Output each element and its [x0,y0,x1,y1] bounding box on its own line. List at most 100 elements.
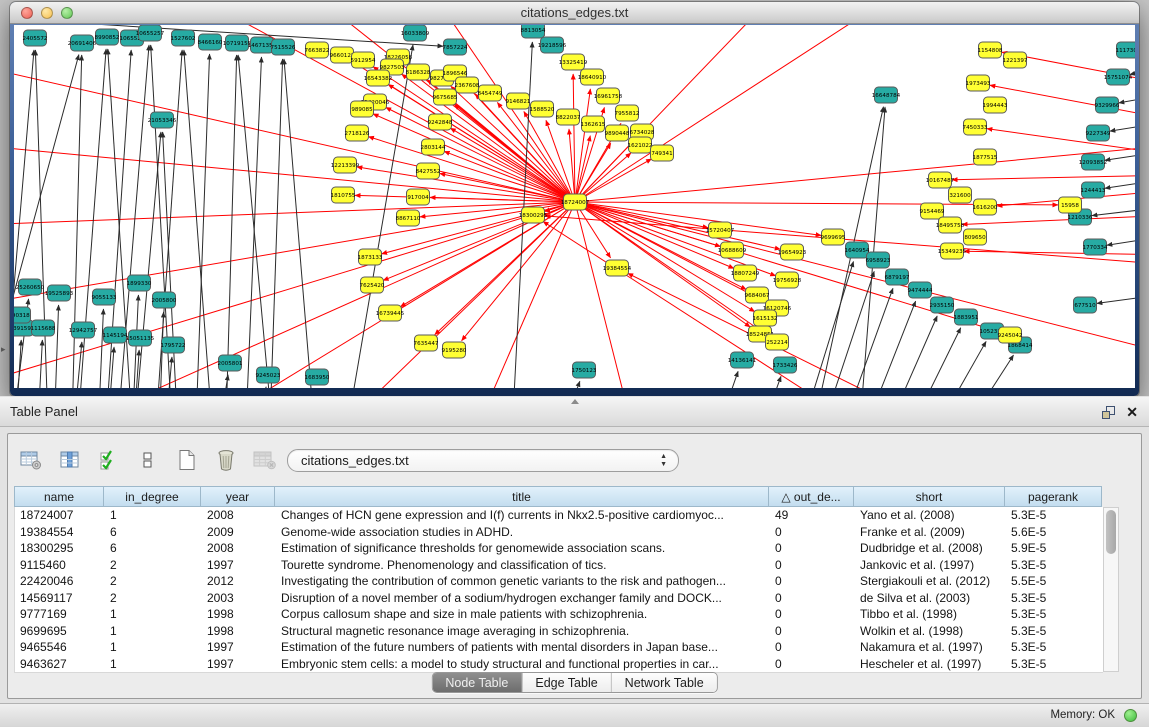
graph-node[interactable]: 9245023 [256,367,281,383]
graph-edge[interactable] [14,202,575,225]
graph-node[interactable]: 12213399 [331,157,360,173]
graph-node[interactable]: 16543382 [364,70,392,86]
table-cell[interactable]: 2 [105,590,202,607]
graph-node[interactable]: 2935150 [930,297,955,313]
table-cell[interactable]: 9115460 [15,557,105,574]
graph-node[interactable]: 16961758 [594,88,623,104]
graph-node[interactable]: 5912954 [351,52,376,68]
graph-node[interactable]: 989085 [351,101,374,117]
table-cell[interactable]: 9699695 [15,623,105,640]
zoom-window-button[interactable] [61,7,73,19]
table-cell[interactable]: Structural magnetic resonance image aver… [276,623,770,640]
graph-edge[interactable] [74,342,82,388]
graph-node[interactable]: 2405572 [23,30,48,46]
table-cell[interactable]: 0 [770,623,855,640]
graph-node[interactable]: 18724007 [561,194,590,210]
tab-network-table[interactable]: Network Table [611,673,717,692]
graph-node[interactable]: 19654923 [778,244,807,260]
graph-node[interactable]: 6879197 [885,269,910,285]
graph-node[interactable]: 18495758 [936,217,965,233]
graph-node[interactable]: 14136141 [728,352,757,368]
table-cell[interactable]: 5.3E-5 [1006,507,1103,524]
table-row[interactable]: 1456911722003Disruption of a novel membe… [15,590,1103,607]
table-cell[interactable]: 18300295 [15,540,105,557]
graph-node[interactable]: 10688609 [718,242,747,258]
graph-edge[interactable] [474,202,575,388]
graph-node[interactable]: 1221397 [1003,52,1028,68]
table-cell[interactable]: 1 [105,606,202,623]
column-header-in_degree[interactable]: in_degree [104,486,201,507]
graph-edge[interactable] [1119,93,1135,103]
close-window-button[interactable] [21,7,33,19]
memory-status-indicator[interactable] [1124,709,1137,722]
graph-node[interactable]: 1616200 [973,199,998,215]
graph-node[interactable]: 9474444 [908,282,933,298]
delete-table-icon[interactable] [252,447,278,473]
table-cell[interactable]: Estimation of the future numbers of pati… [276,639,770,656]
graph-node[interactable]: 15751074 [1104,69,1133,85]
graph-node[interactable]: 2367608 [455,77,480,93]
column-header-year[interactable]: year [201,486,275,507]
graph-node[interactable]: 1877515 [973,149,998,165]
table-cell[interactable]: 0 [770,573,855,590]
table-row[interactable]: 969969511998Structural magnetic resonanc… [15,623,1103,640]
column-header-out_de[interactable]: △ out_de... [769,486,854,507]
table-cell[interactable]: 1 [105,507,202,524]
graph-node[interactable]: 1750123 [572,362,597,378]
table-row[interactable]: 2242004622012Investigating the contribut… [15,573,1103,590]
graph-edge[interactable] [284,59,314,388]
tab-node-table[interactable]: Node Table [432,673,521,692]
graph-node[interactable]: 1873133 [358,249,383,265]
graph-edge[interactable] [952,175,1135,180]
table-cell[interactable]: 0 [770,639,855,656]
graph-edge[interactable] [820,271,874,388]
graph-node[interactable]: 21053346 [148,112,177,128]
graph-edge[interactable] [54,202,575,388]
graph-node[interactable]: 12093852 [1079,154,1107,170]
graph-edge[interactable] [933,341,986,388]
table-cell[interactable]: 1997 [202,639,276,656]
table-cell[interactable]: 22420046 [15,573,105,590]
graph-edge[interactable] [1097,293,1135,303]
graph-node[interactable]: 16739445 [376,305,405,321]
table-cell[interactable]: 2012 [202,573,276,590]
table-cell[interactable]: 5.3E-5 [1006,623,1103,640]
table-cell[interactable]: Yano et al. (2008) [855,507,1006,524]
graph-node[interactable]: 8427552 [416,163,441,179]
graph-node[interactable]: 10655257 [136,25,165,41]
table-cell[interactable]: Jankovic et al. (1997) [855,557,1006,574]
graph-node[interactable]: 9699695 [821,229,846,245]
graph-node[interactable]: 15958 [1059,197,1082,213]
graph-node[interactable]: 1527602 [171,30,196,46]
graph-edge[interactable] [885,316,937,388]
graph-node[interactable]: 1683950 [305,369,330,385]
table-cell[interactable]: Estimation of significance thresholds fo… [276,540,770,557]
graph-node[interactable]: 1883951 [954,309,979,325]
table-cell[interactable]: 2 [105,573,202,590]
table-cell[interactable]: 2008 [202,507,276,524]
graph-node[interactable]: 19525893 [45,285,74,301]
graph-node[interactable]: 8990852 [95,29,120,45]
graph-node[interactable]: 1244413 [1081,182,1106,198]
table-cell[interactable]: Stergiakouli et al. (2012) [855,573,1006,590]
graph-edge[interactable] [54,305,59,388]
graph-node[interactable]: 16033809 [401,25,430,41]
table-cell[interactable]: Embryonic stem cells: a model to study s… [276,656,770,673]
table-cell[interactable]: de Silva et al. (2003) [855,590,1006,607]
graph-node[interactable]: 8186328 [406,64,431,80]
graph-node[interactable]: 9146821 [506,93,531,109]
tab-edge-table[interactable]: Edge Table [521,673,610,692]
graph-node[interactable]: 1733426 [773,357,798,373]
table-cell[interactable]: Wolkin et al. (1998) [855,623,1006,640]
table-cell[interactable]: 0 [770,540,855,557]
column-header-name[interactable]: name [14,486,104,507]
graph-node[interactable]: 9154469 [920,203,945,219]
graph-edge[interactable] [450,128,575,202]
table-cell[interactable]: 2003 [202,590,276,607]
table-cell[interactable]: 49 [770,507,855,524]
table-cell[interactable]: Disruption of a novel member of a sodium… [276,590,770,607]
table-row[interactable]: 911546021997Tourette syndrome. Phenomeno… [15,557,1103,574]
graph-node[interactable]: 9684067 [745,287,770,303]
graph-node[interactable]: 1145194 [103,327,128,343]
table-vertical-scrollbar[interactable] [1103,507,1119,672]
